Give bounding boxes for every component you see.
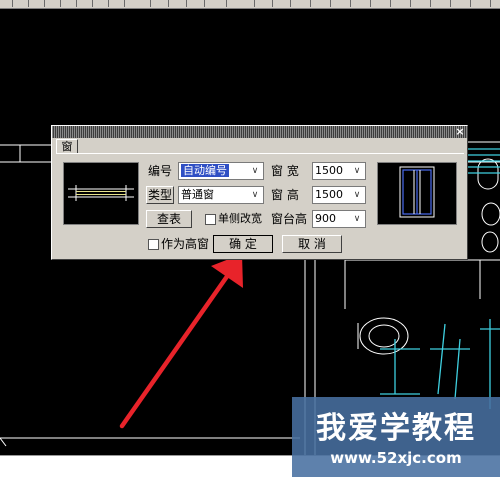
dropdown-arrow-icon[interactable]: ∨ — [351, 163, 363, 179]
number-value: 自动编号 — [181, 164, 229, 177]
single-side-checkbox[interactable] — [205, 214, 216, 225]
watermark-title: 我爱学教程 — [316, 411, 476, 446]
window-plan-preview-icon — [68, 185, 134, 201]
elevation-preview — [377, 162, 457, 225]
number-combo[interactable]: 自动编号 ∨ — [178, 162, 264, 180]
height-label: 窗 高 — [271, 188, 299, 202]
width-combo[interactable]: 1500 ∨ — [312, 162, 366, 180]
sill-combo[interactable]: 900 ∨ — [312, 210, 366, 228]
dropdown-arrow-icon[interactable]: ∨ — [249, 163, 261, 179]
dropdown-arrow-icon[interactable]: ∨ — [351, 187, 363, 203]
sill-label: 窗台高 — [271, 212, 308, 226]
height-value: 1500 — [315, 188, 343, 201]
window-insert-dialog: × 窗 编号 自动编号 ∨ 窗 宽 1500 ∨ 类型 普通窗 ∨ 窗 高 15… — [51, 125, 468, 260]
window-elevation-preview-icon — [399, 166, 435, 218]
close-icon[interactable]: × — [454, 126, 466, 137]
width-label: 窗 宽 — [271, 164, 299, 178]
tab-panel-border — [56, 153, 464, 154]
dropdown-arrow-icon[interactable]: ∨ — [249, 187, 261, 203]
width-value: 1500 — [315, 164, 343, 177]
type-combo[interactable]: 普通窗 ∨ — [178, 186, 264, 204]
high-window-label: 作为高窗 — [161, 237, 210, 251]
height-combo[interactable]: 1500 ∨ — [312, 186, 366, 204]
plan-preview — [63, 162, 139, 225]
number-label: 编号 — [148, 164, 173, 178]
type-button[interactable]: 类型 — [146, 186, 174, 204]
tab-window[interactable]: 窗 — [56, 139, 78, 154]
type-value: 普通窗 — [181, 188, 214, 201]
single-side-label: 单侧改宽 — [218, 212, 262, 225]
dropdown-arrow-icon[interactable]: ∨ — [351, 211, 363, 227]
ok-button[interactable]: 确 定 — [213, 235, 273, 253]
dialog-titlebar[interactable] — [52, 126, 467, 138]
cancel-button[interactable]: 取 消 — [282, 235, 342, 253]
sill-value: 900 — [315, 212, 336, 225]
watermark-url: www.52xjc.com — [330, 449, 462, 467]
lookup-button[interactable]: 查表 — [146, 210, 192, 228]
high-window-checkbox[interactable] — [148, 239, 159, 250]
site-watermark: 我爱学教程 www.52xjc.com — [292, 397, 500, 477]
